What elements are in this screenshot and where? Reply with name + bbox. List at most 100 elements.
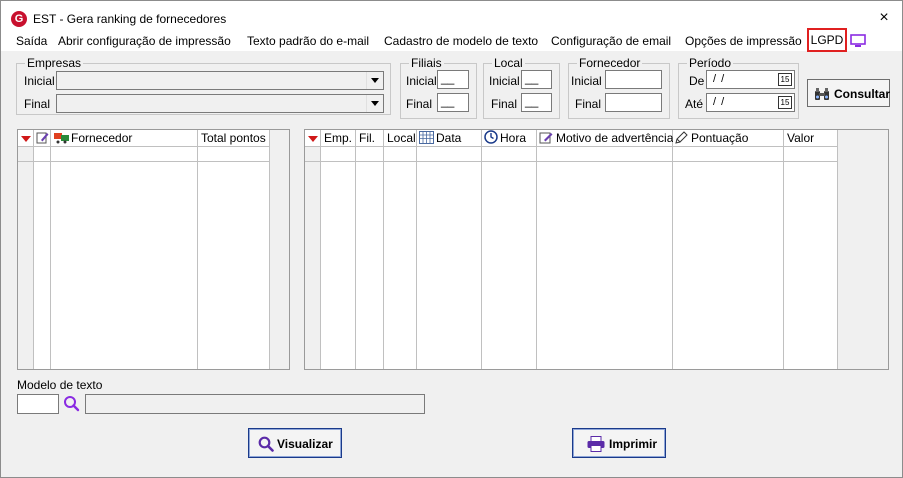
calendar-grid-icon [419,131,434,144]
imprimir-label: Imprimir [609,437,658,451]
empresas-inicial-combo[interactable] [56,71,384,90]
motivo-header[interactable]: Motivo de advertência [537,130,673,147]
input-mask: __ [525,94,539,108]
total-pontos-header-label: Total pontos [201,131,266,145]
modelo-texto-label: Modelo de texto [17,378,103,392]
input-mask: __ [441,71,455,85]
motivo-header-label: Motivo de advertência [556,131,674,145]
fornecedor-final-label: Final [575,97,602,111]
pontuacao-header-label: Pontuação [691,131,749,145]
fil-header[interactable]: Fil. [356,130,384,147]
binoculars-icon [815,88,829,100]
sort-header[interactable] [18,130,34,147]
data-column [417,130,482,369]
periodo-ate-input[interactable]: / / 15 [706,93,795,112]
row-indicator-column [305,130,321,369]
periodo-title: Período [687,56,734,70]
menu-abrir-configuracao-impressao[interactable]: Abrir configuração de impressão [58,34,231,48]
chevron-down-icon[interactable] [366,95,383,112]
main-window: G EST - Gera ranking de fornecedores × S… [0,0,903,478]
input-mask: __ [441,94,455,108]
calendar-icon[interactable]: 15 [778,96,792,109]
window-title: EST - Gera ranking de fornecedores [33,12,227,26]
periodo-ate-value: / / [713,96,726,108]
local-inicial-label: Inicial [489,74,520,88]
sort-arrow-icon[interactable] [21,136,31,142]
emp-header-label: Emp. [324,131,353,145]
visualizar-button[interactable]: Visualizar [248,428,342,458]
modelo-texto-code-input[interactable] [17,394,59,414]
valor-header[interactable]: Valor [784,130,838,147]
consultar-label: Consultar [834,87,891,101]
row-indicator-column [18,130,34,369]
printer-icon [587,436,605,452]
menu-cadastro-modelo-texto[interactable]: Cadastro de modelo de texto [384,34,538,48]
filiais-inicial-input[interactable]: __ [437,70,469,89]
fornecedor-inicial-label: Inicial [571,74,602,88]
emp-column [321,130,356,369]
menu-opcoes-impressao[interactable]: Opções de impressão [685,34,802,48]
motivo-column [537,130,673,369]
empresas-final-combo[interactable] [56,94,384,113]
table-row[interactable] [305,147,838,162]
modelo-texto-description-input [85,394,425,414]
local-final-input[interactable]: __ [521,93,552,112]
fornecedor-title: Fornecedor [577,56,643,70]
hora-header-label: Hora [500,131,527,145]
local-inicial-input[interactable]: __ [521,70,552,89]
data-header[interactable]: Data [417,130,482,147]
total-pontos-column [198,130,270,369]
imprimir-button[interactable]: Imprimir [572,428,666,458]
app-logo-icon: G [11,11,27,27]
calendar-icon[interactable]: 15 [778,73,792,86]
consultar-button[interactable]: Consultar [807,79,890,107]
local-header-label: Local [387,131,416,145]
local-final-label: Final [491,97,518,111]
empresas-inicial-label: Inicial [24,74,55,88]
monitor-icon[interactable] [850,34,866,48]
hora-header[interactable]: Hora [482,130,537,147]
filiais-title: Filiais [409,56,444,70]
edit-icon [36,132,49,144]
periodo-ate-label: Até [685,97,704,111]
periodo-de-input[interactable]: / / 15 [706,70,795,89]
local-column [384,130,417,369]
pencil-icon [675,131,688,144]
fil-header-label: Fil. [359,131,375,145]
fornecedor-column [51,130,198,369]
local-header[interactable]: Local [384,130,417,147]
fornecedor-header[interactable]: Fornecedor [51,130,198,147]
pontuacao-header[interactable]: Pontuação [673,130,784,147]
search-icon [258,436,274,452]
fornecedor-grid[interactable]: Fornecedor Total pontos [17,129,290,370]
pontuacao-column [673,130,784,369]
valor-header-label: Valor [787,131,815,145]
emp-header[interactable]: Emp. [321,130,356,147]
filiais-inicial-label: Inicial [406,74,437,88]
menu-texto-padrao-email[interactable]: Texto padrão do e-mail [247,34,369,48]
edit-document-icon [539,132,553,144]
title-bar: G EST - Gera ranking de fornecedores × [1,1,902,31]
search-icon[interactable] [63,395,80,412]
table-row[interactable] [18,147,270,162]
valor-column [784,130,838,369]
hora-column [482,130,537,369]
close-button[interactable]: × [874,9,894,27]
chevron-down-icon[interactable] [366,72,383,89]
fornecedor-final-input[interactable] [605,93,662,112]
edit-header [34,130,51,147]
empresas-title: Empresas [25,56,84,70]
sort-header[interactable] [305,130,321,147]
periodo-de-value: / / [713,73,726,85]
total-pontos-header[interactable]: Total pontos [198,130,270,147]
fornecedor-header-label: Fornecedor [71,131,133,145]
menu-saida[interactable]: Saída [16,34,47,48]
advertencia-grid[interactable]: Emp. Fil. Local Data Hora Motivo de adve… [304,129,889,370]
menu-configuracao-email[interactable]: Configuração de email [551,34,671,48]
fornecedor-inicial-input[interactable] [605,70,662,89]
fil-column [356,130,384,369]
sort-arrow-icon[interactable] [308,136,318,142]
filiais-final-input[interactable]: __ [437,93,469,112]
menu-lgpd[interactable]: LGPD [807,28,847,52]
periodo-de-label: De [689,74,705,88]
